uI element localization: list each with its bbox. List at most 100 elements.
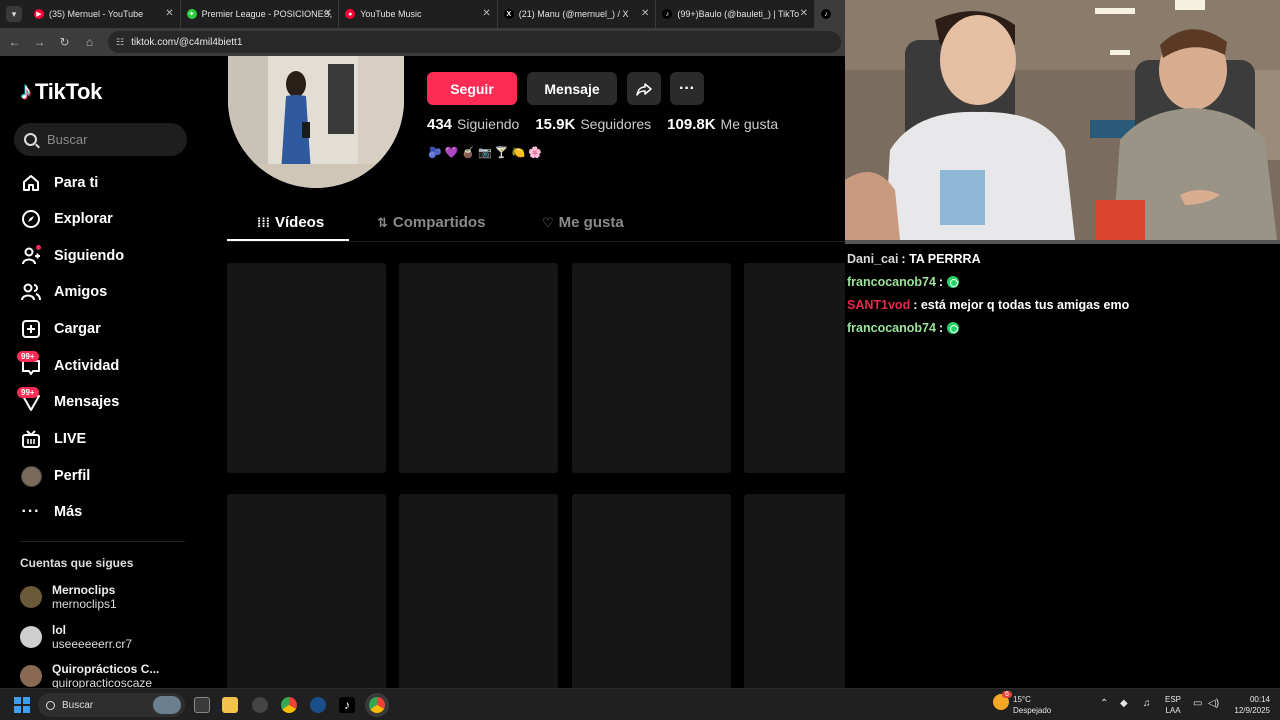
tiktok-page: ♪ TikTok Para ti Explorar bbox=[0, 56, 845, 688]
video-thumbnail[interactable] bbox=[744, 263, 845, 473]
sidebar-item-mensajes[interactable]: 99+ Mensajes bbox=[17, 387, 120, 417]
inbox-icon: 99+ bbox=[17, 351, 42, 377]
browser-tab[interactable]: ▶ (35) Mernuel - YouTube ✕ bbox=[28, 0, 181, 28]
compass-icon bbox=[20, 208, 42, 230]
settings-app-icon[interactable] bbox=[252, 697, 268, 713]
weather-badge: 6 bbox=[1002, 691, 1012, 698]
followers-count[interactable]: 15.9K bbox=[535, 116, 575, 133]
x-favicon-icon: X bbox=[503, 9, 514, 19]
sidebar-item-siguiendo[interactable]: Siguiendo bbox=[20, 241, 124, 271]
language-indicator[interactable]: ESP LAA bbox=[1165, 694, 1181, 716]
taskbar-search[interactable]: Buscar bbox=[38, 693, 185, 717]
followed-account[interactable]: lol useeeeeerr.cr7 bbox=[20, 623, 132, 651]
video-thumbnail[interactable] bbox=[572, 263, 731, 473]
file-explorer-icon[interactable] bbox=[222, 697, 238, 713]
sidebar-item-explorar[interactable]: Explorar bbox=[20, 204, 113, 234]
microphone-icon[interactable]: ♫ bbox=[1143, 698, 1151, 709]
close-tab-icon[interactable]: ✕ bbox=[324, 8, 332, 19]
stream-chat: Dani_cai : TA PERRRA francocanob74 : SAN… bbox=[847, 247, 1277, 339]
tiktok-favicon-icon: ♪ bbox=[662, 9, 673, 19]
back-arrow-icon[interactable]: ← bbox=[2, 35, 27, 49]
forward-arrow-icon[interactable]: → bbox=[27, 35, 52, 49]
network-icon[interactable]: ◆ bbox=[1120, 698, 1128, 709]
browser-tab[interactable]: ✦ Premier League - POSICIONES, ✕ bbox=[181, 0, 340, 28]
steam-icon[interactable] bbox=[310, 697, 326, 713]
windows-taskbar: Buscar ♪ 6 15°C Despejado ⌃ ◆ ♫ ESP LAA … bbox=[0, 688, 1280, 720]
likes-count: 109.8K bbox=[667, 116, 716, 133]
browser-tab[interactable]: ● YouTube Music ✕ bbox=[339, 0, 498, 28]
chat-message: francocanob74 : bbox=[847, 316, 1277, 339]
sidebar-item-mas[interactable]: ··· Más bbox=[20, 497, 83, 527]
sidebar-item-live[interactable]: LIVE bbox=[20, 424, 86, 454]
sidebar-item-perfil[interactable]: Perfil bbox=[20, 461, 90, 491]
browser-tab[interactable]: X (21) Manu (@mernuel_) / X ✕ bbox=[498, 0, 657, 28]
clock[interactable]: 00:14 12/9/2025 bbox=[1230, 694, 1270, 716]
chevron-up-icon[interactable]: ⌃ bbox=[1100, 698, 1108, 709]
profile-bio: 🫐💜🧉📷🍸🍋🌸 bbox=[428, 147, 545, 159]
live-icon bbox=[20, 428, 42, 450]
chat-username: Dani_cai bbox=[847, 251, 899, 266]
close-tab-icon[interactable]: ✕ bbox=[482, 8, 490, 19]
volume-icon[interactable]: ◁) bbox=[1208, 698, 1219, 709]
close-tab-icon[interactable]: ✕ bbox=[800, 8, 808, 19]
windows-start-icon[interactable] bbox=[14, 697, 30, 713]
sidebar-item-label: Mensajes bbox=[54, 394, 120, 410]
video-thumbnail[interactable] bbox=[227, 494, 386, 688]
close-tab-icon[interactable]: ✕ bbox=[165, 8, 173, 19]
grid-icon: ⁞⁞⁞ bbox=[257, 215, 270, 230]
weather-desc: Despejado bbox=[1013, 706, 1052, 715]
following-label: Siguiendo bbox=[457, 116, 520, 132]
display-icon[interactable]: ▭ bbox=[1193, 698, 1202, 709]
share-icon bbox=[636, 82, 652, 96]
sidebar-item-para-ti[interactable]: Para ti bbox=[20, 168, 98, 198]
search-input[interactable] bbox=[47, 132, 167, 147]
message-button[interactable]: Mensaje bbox=[527, 72, 617, 105]
followed-account[interactable]: Quiroprácticos C... quiropracticoscaze bbox=[20, 662, 159, 688]
browser-tab-active[interactable]: ♪ bbox=[815, 0, 845, 28]
tab-title: (99+)Baulo (@bauleti_) | TikTo bbox=[677, 9, 800, 19]
following-count[interactable]: 434 bbox=[427, 116, 452, 133]
home-browser-icon[interactable]: ⌂ bbox=[77, 35, 102, 49]
tab-compartidos[interactable]: ⇅ Compartidos bbox=[377, 214, 485, 231]
account-name: Mernoclips bbox=[52, 583, 116, 597]
browser-tab[interactable]: ♪ (99+)Baulo (@bauleti_) | TikTo ✕ bbox=[656, 0, 816, 28]
tiktok-app-icon[interactable]: ♪ bbox=[339, 697, 355, 713]
sidebar-item-actividad[interactable]: 99+ Actividad bbox=[17, 351, 119, 381]
sidebar-item-amigos[interactable]: Amigos bbox=[20, 277, 107, 307]
browser-tab-strip: ▾ ▶ (35) Mernuel - YouTube ✕ ✦ Premier L… bbox=[0, 0, 845, 28]
video-thumbnail[interactable] bbox=[399, 263, 558, 473]
close-tab-icon[interactable]: ✕ bbox=[641, 8, 649, 19]
following-header: Cuentas que sigues bbox=[20, 556, 134, 570]
tiktok-logo[interactable]: ♪ TikTok bbox=[20, 78, 102, 106]
avatar bbox=[20, 665, 42, 687]
sidebar-item-cargar[interactable]: Cargar bbox=[20, 314, 101, 344]
share-button[interactable] bbox=[627, 72, 661, 105]
address-bar[interactable]: ☷ tiktok.com/@c4mil4biett1 bbox=[108, 31, 841, 53]
video-thumbnail[interactable] bbox=[744, 494, 845, 688]
sidebar-item-label: Más bbox=[54, 504, 83, 520]
video-thumbnail[interactable] bbox=[572, 494, 731, 688]
chrome-active-icon[interactable] bbox=[369, 697, 385, 713]
webcam-overlay bbox=[845, 0, 1280, 240]
followed-account[interactable]: Mernoclips mernoclips1 bbox=[20, 583, 117, 611]
chat-message: francocanob74 : bbox=[847, 270, 1277, 293]
task-view-icon[interactable] bbox=[194, 697, 210, 713]
sidebar-item-label: Cargar bbox=[54, 321, 101, 337]
lang-top: ESP bbox=[1165, 695, 1182, 704]
tab-search-button[interactable]: ▾ bbox=[6, 6, 22, 22]
video-thumbnail[interactable] bbox=[227, 263, 386, 473]
chrome-icon[interactable] bbox=[281, 697, 297, 713]
search-box[interactable] bbox=[14, 123, 187, 156]
site-info-icon[interactable]: ☷ bbox=[116, 37, 124, 48]
tab-videos[interactable]: ⁞⁞⁞ Vídeos bbox=[257, 214, 324, 231]
followers-label: Seguidores bbox=[580, 116, 652, 132]
follow-button[interactable]: Seguir bbox=[427, 72, 517, 105]
reload-icon[interactable]: ↻ bbox=[52, 35, 77, 49]
video-thumbnail[interactable] bbox=[399, 494, 558, 688]
sidebar-item-label: Siguiendo bbox=[54, 248, 125, 264]
chat-separator: : bbox=[901, 251, 910, 266]
weather-widget[interactable]: 15°C Despejado bbox=[1013, 694, 1051, 716]
sidebar-item-label: Explorar bbox=[54, 211, 113, 227]
more-options-button[interactable]: ··· bbox=[670, 72, 704, 105]
tab-me-gusta[interactable]: ♡ Me gusta bbox=[542, 214, 624, 231]
